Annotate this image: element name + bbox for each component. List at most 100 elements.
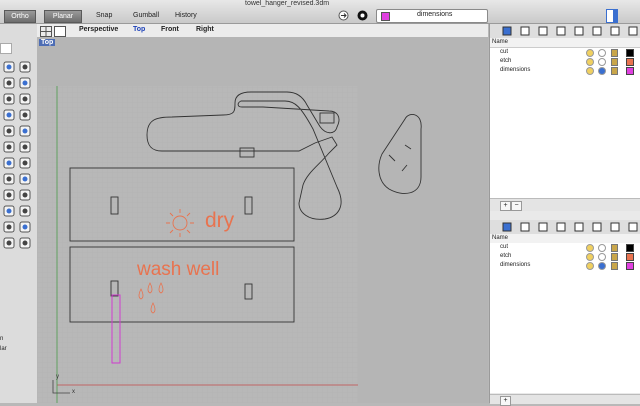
current-layer-radio[interactable]: [598, 67, 606, 75]
add-layer-button[interactable]: +: [500, 201, 511, 211]
planar-button[interactable]: Planar: [44, 10, 82, 23]
snap-icon[interactable]: [18, 204, 32, 218]
layer-on-icon[interactable]: [586, 49, 594, 57]
add-layer-button-2[interactable]: +: [500, 396, 511, 406]
viewport-layout-icon[interactable]: [40, 26, 52, 37]
left-toolbar: n lar: [0, 24, 38, 403]
tab-top[interactable]: Top: [133, 26, 145, 33]
split-icon[interactable]: [2, 140, 16, 154]
gumball-button[interactable]: Gumball: [133, 10, 159, 21]
note-icon[interactable]: [610, 222, 620, 232]
axis-label-y: y: [56, 374, 59, 380]
zoom-icon[interactable]: [18, 220, 32, 234]
layer-row[interactable]: etch: [490, 252, 640, 261]
help-icon[interactable]: [628, 222, 638, 232]
osnap-icon[interactable]: [357, 10, 368, 21]
command-input[interactable]: [0, 43, 12, 54]
grid-icon[interactable]: [592, 26, 602, 36]
right-panel: Name cut etch dimensions + − Name cut etch d…: [489, 24, 640, 406]
snap-button[interactable]: Snap: [96, 10, 112, 21]
lock-icon[interactable]: [611, 262, 618, 270]
current-layer-select[interactable]: dimensions: [376, 9, 488, 23]
layer-row[interactable]: cut: [490, 48, 640, 57]
layer-name: etch: [500, 253, 512, 259]
text-icon[interactable]: [18, 140, 32, 154]
layer-color-swatch[interactable]: [626, 58, 634, 66]
lock-icon[interactable]: [611, 58, 618, 66]
tab-perspective[interactable]: Perspective: [79, 26, 118, 33]
extrude-icon[interactable]: [18, 108, 32, 122]
ortho-button[interactable]: Ortho: [4, 10, 36, 23]
layers-icon[interactable]: [502, 26, 512, 36]
globe-icon[interactable]: [2, 236, 16, 250]
grid-icon[interactable]: [592, 222, 602, 232]
layer-row[interactable]: dimensions: [490, 261, 640, 270]
mesh-icon[interactable]: [2, 172, 16, 186]
check-icon[interactable]: [2, 188, 16, 202]
box-icon[interactable]: [2, 108, 16, 122]
layer-color-swatch[interactable]: [626, 49, 634, 57]
document-icon[interactable]: [538, 222, 548, 232]
note-icon[interactable]: [610, 26, 620, 36]
layer-on-icon[interactable]: [586, 253, 594, 261]
fillet-icon[interactable]: [2, 124, 16, 138]
copy-icon[interactable]: [556, 222, 566, 232]
select-icon[interactable]: [2, 60, 16, 74]
top-viewport[interactable]: Top dry wash well y x: [37, 37, 488, 403]
layer-list-2: cut etch dimensions: [490, 243, 640, 393]
sphere-icon[interactable]: [18, 172, 32, 186]
layer-color-swatch[interactable]: [626, 244, 634, 252]
curve-icon[interactable]: [18, 76, 32, 90]
panels-toggle-icon[interactable]: [606, 9, 618, 23]
layer-row[interactable]: dimensions: [490, 66, 640, 75]
layer-name: etch: [500, 58, 512, 64]
grid-icon[interactable]: [18, 236, 32, 250]
top-toolbar: towel_hanger_revised.3dm Ortho Planar Sn…: [0, 0, 640, 24]
transform-icon[interactable]: [2, 156, 16, 170]
single-viewport-icon[interactable]: [54, 26, 66, 37]
axis-label-x: x: [72, 389, 75, 395]
layer-on-icon[interactable]: [586, 67, 594, 75]
circle-icon[interactable]: [18, 92, 32, 106]
layer-color-swatch[interactable]: [626, 67, 634, 75]
help-icon[interactable]: [628, 26, 638, 36]
etch-text-wash-well: wash well: [137, 259, 220, 280]
tab-front[interactable]: Front: [161, 26, 179, 33]
layer-row[interactable]: cut: [490, 243, 640, 252]
record-history-icon[interactable]: [338, 10, 349, 21]
tab-right[interactable]: Right: [196, 26, 214, 33]
layer-color-swatch[interactable]: [626, 262, 634, 270]
material-icon[interactable]: [520, 26, 530, 36]
trim-icon[interactable]: [18, 124, 32, 138]
point-icon[interactable]: [18, 60, 32, 74]
lock-icon[interactable]: [611, 244, 618, 252]
document-icon[interactable]: [538, 26, 548, 36]
layer-row[interactable]: etch: [490, 57, 640, 66]
lock-icon[interactable]: [611, 67, 618, 75]
analyze-icon[interactable]: [18, 188, 32, 202]
arc-icon[interactable]: [2, 92, 16, 106]
layer-on-icon[interactable]: [586, 262, 594, 270]
layer-on-icon[interactable]: [586, 244, 594, 252]
layer-header: Name: [490, 38, 640, 48]
current-layer-radio[interactable]: [598, 253, 606, 261]
material-icon[interactable]: [520, 222, 530, 232]
layers-icon[interactable]: [502, 222, 512, 232]
copy-icon[interactable]: [556, 26, 566, 36]
remove-layer-button[interactable]: −: [511, 201, 522, 211]
current-layer-radio[interactable]: [598, 262, 606, 270]
lock-icon[interactable]: [611, 253, 618, 261]
lock-icon[interactable]: [611, 49, 618, 57]
layer-color-swatch[interactable]: [626, 253, 634, 261]
history-button[interactable]: History: [175, 10, 197, 21]
layer-on-icon[interactable]: [586, 58, 594, 66]
viewport-icon[interactable]: [574, 222, 584, 232]
dimension-icon[interactable]: [2, 204, 16, 218]
current-layer-radio[interactable]: [598, 58, 606, 66]
polyline-icon[interactable]: [2, 76, 16, 90]
current-layer-radio[interactable]: [598, 244, 606, 252]
boolean-icon[interactable]: [18, 156, 32, 170]
current-layer-radio[interactable]: [598, 49, 606, 57]
viewport-icon[interactable]: [574, 26, 584, 36]
gear-icon[interactable]: [2, 220, 16, 234]
